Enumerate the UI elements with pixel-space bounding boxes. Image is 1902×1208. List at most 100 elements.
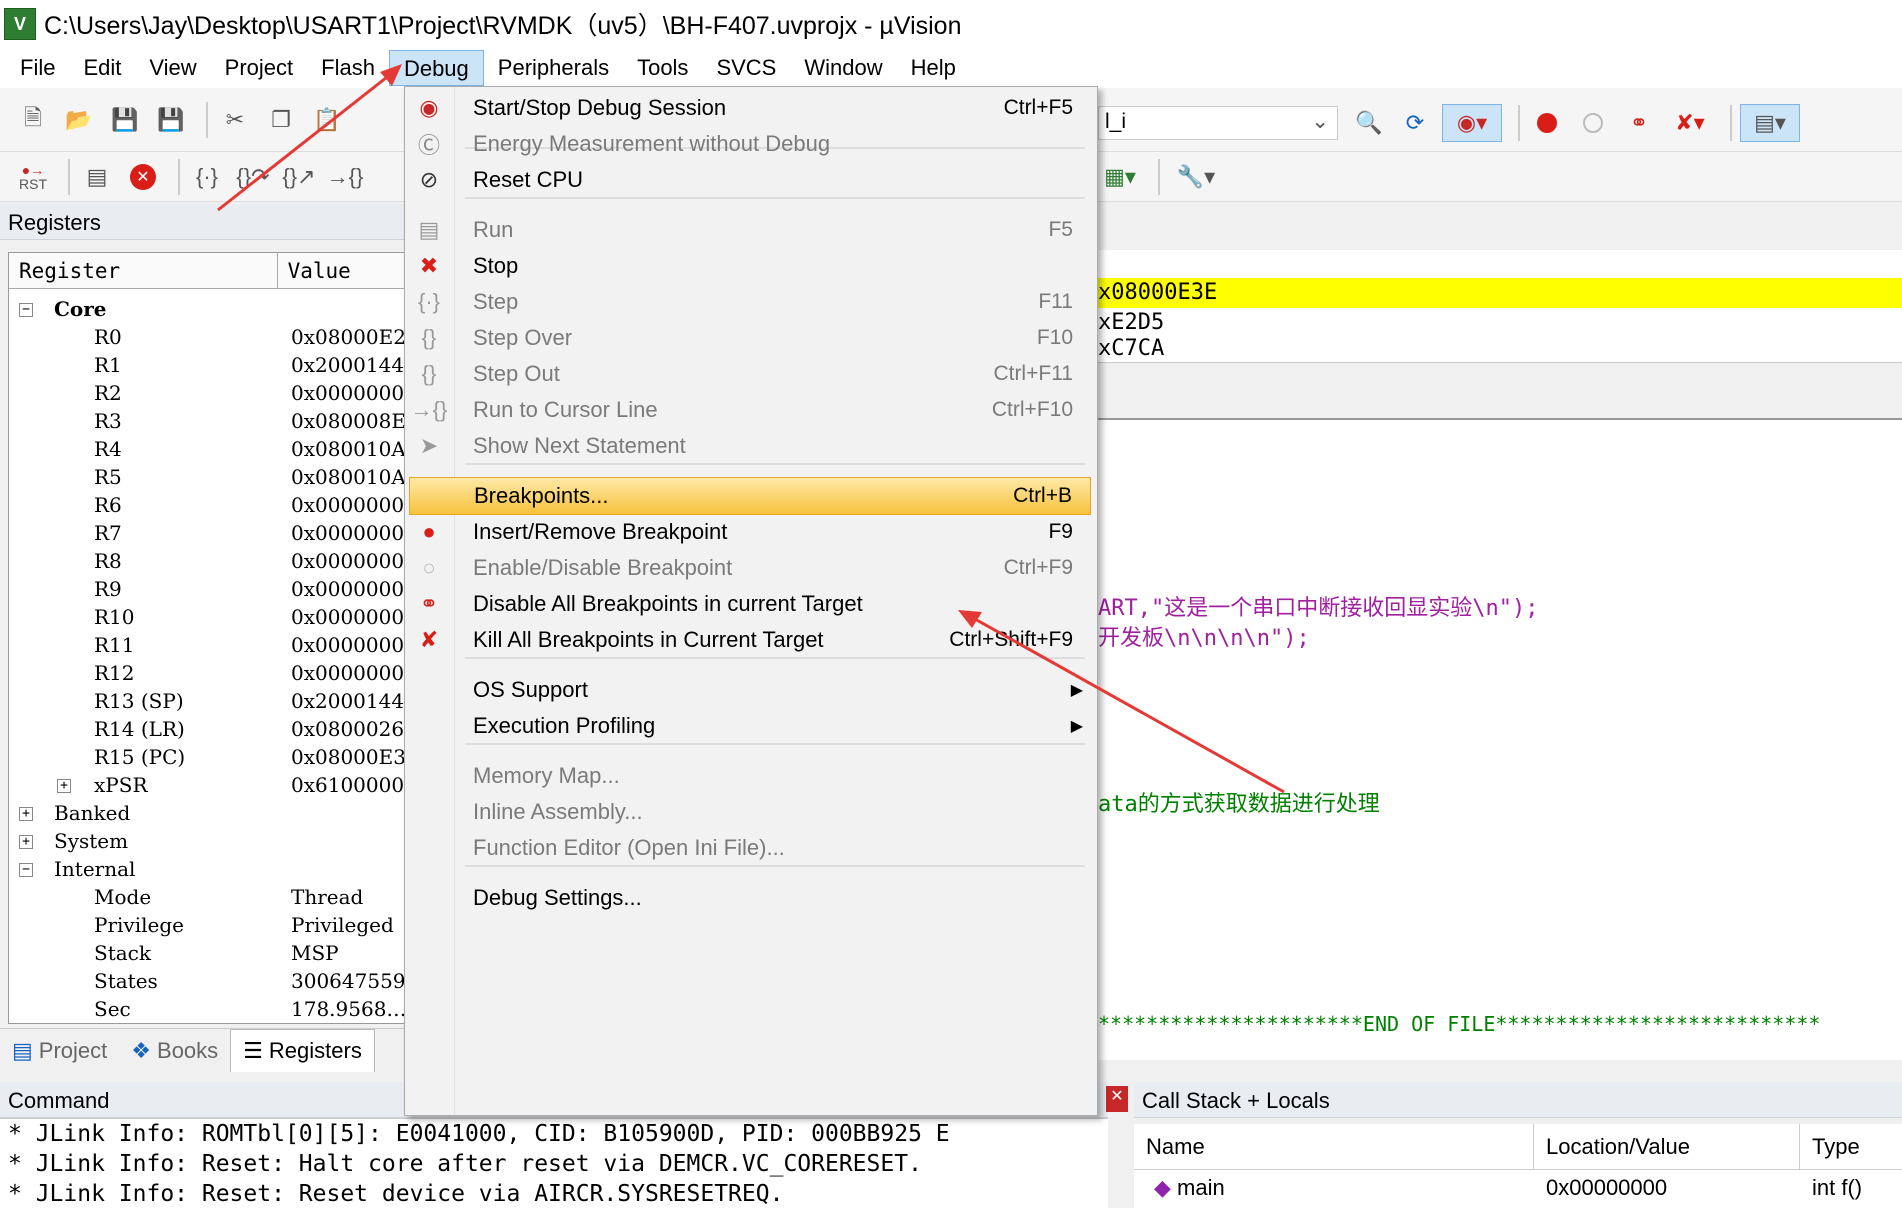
debug-menu-item[interactable]: Inline Assembly... <box>409 793 1091 831</box>
menu-file[interactable]: File <box>6 50 69 86</box>
register-row[interactable]: R5 0x080010A8 <box>9 465 407 493</box>
debug-menu-item[interactable]: ▤ Run F5 <box>409 211 1091 249</box>
tab-project[interactable]: ▤ Project <box>0 1029 119 1072</box>
register-row[interactable]: R6 0x00000000 <box>9 493 407 521</box>
stop-icon[interactable]: ✕ <box>124 158 162 196</box>
insert-breakpoint-icon[interactable] <box>1528 104 1566 142</box>
step-out-icon[interactable]: {}↗ <box>280 158 318 196</box>
debug-menu-item[interactable]: Debug Settings... <box>409 879 1091 917</box>
reset-cpu-icon[interactable]: ●→ RST <box>14 158 52 196</box>
register-row[interactable]: R13 (SP) 0x20001440 <box>9 689 407 717</box>
debug-menu-item[interactable]: OS Support ▶ <box>409 671 1091 709</box>
register-row[interactable]: R8 0x00000000 <box>9 549 407 577</box>
debug-menu-item[interactable]: Memory Map... <box>409 757 1091 795</box>
register-row[interactable]: − Internal <box>9 857 407 885</box>
register-row[interactable]: R15 (PC) 0x08000E3E <box>9 745 407 773</box>
expand-icon[interactable]: + <box>19 835 33 849</box>
menu-tools[interactable]: Tools <box>623 50 702 86</box>
register-row[interactable]: + System <box>9 829 407 857</box>
expand-icon[interactable]: + <box>19 807 33 821</box>
register-row[interactable]: R1 0x20001440 <box>9 353 407 381</box>
save-icon[interactable]: 💾 <box>106 101 144 139</box>
cut-icon[interactable]: ✂ <box>216 101 254 139</box>
open-folder-icon[interactable]: 📂 <box>60 101 98 139</box>
configure-icon[interactable]: ⟳ <box>1396 104 1434 142</box>
debug-menu-item[interactable]: ○ Enable/Disable Breakpoint Ctrl+F9 <box>409 549 1091 587</box>
disable-all-breakpoints-icon[interactable]: ⚭ <box>1620 104 1658 142</box>
analysis-window-icon[interactable]: ▦▾ <box>1098 158 1142 196</box>
tab-registers[interactable]: ☰ Registers <box>230 1029 375 1072</box>
menu-flash[interactable]: Flash <box>307 50 389 86</box>
register-row[interactable]: Stack MSP <box>9 941 407 969</box>
debug-menu-item[interactable]: ➤ Show Next Statement <box>409 427 1091 465</box>
type-column-header[interactable]: Type <box>1800 1124 1902 1169</box>
menu-peripherals[interactable]: Peripherals <box>484 50 623 86</box>
register-row[interactable]: + xPSR 0x61000000 <box>9 773 407 801</box>
menu-help[interactable]: Help <box>897 50 970 86</box>
debug-menu-item[interactable]: ✘ Kill All Breakpoints in Current Target C… <box>409 621 1091 659</box>
location-column-header[interactable]: Location/Value <box>1534 1124 1800 1169</box>
new-file-icon[interactable]: 🗎 <box>14 101 52 139</box>
menu-debug[interactable]: Debug <box>388 50 484 86</box>
register-row[interactable]: R4 0x080010A8 <box>9 437 407 465</box>
step-over-icon[interactable]: {}↷ <box>234 158 272 196</box>
source-editor[interactable]: x08000E3E xE2D5 xC7CA ART,"这是一个串口中断接收回显实… <box>1098 250 1902 1060</box>
debug-menu-item[interactable]: ✖ Stop <box>409 247 1091 285</box>
kill-all-breakpoints-icon[interactable]: ✘▾ <box>1666 104 1714 142</box>
debug-menu-item[interactable]: {} Step Over F10 <box>409 319 1091 357</box>
tools-icon[interactable]: 🔧▾ <box>1168 158 1224 196</box>
menu-view[interactable]: View <box>135 50 210 86</box>
register-column-header[interactable]: Register <box>9 253 278 288</box>
window-layout-icon[interactable]: ▤▾ <box>1740 104 1800 142</box>
run-to-cursor-icon[interactable]: →{} <box>326 158 364 196</box>
menu-svcs[interactable]: SVCS <box>702 50 790 86</box>
run-icon[interactable]: ▤ <box>78 158 116 196</box>
paste-icon[interactable]: 📋 <box>308 101 346 139</box>
register-row[interactable]: States 3006475598 <box>9 969 407 997</box>
register-row[interactable]: + Banked <box>9 801 407 829</box>
debug-menu-item[interactable]: Ⓒ Energy Measurement without Debug <box>409 125 1091 163</box>
save-all-icon[interactable]: 💾 <box>152 101 190 139</box>
command-output[interactable]: * JLink Info: ROMTbl[0][5]: E0041000, CI… <box>0 1118 1108 1208</box>
target-combo[interactable]: l_i ⌄ <box>1098 106 1338 140</box>
register-row[interactable]: Mode Thread <box>9 885 407 913</box>
collapse-icon[interactable]: − <box>19 303 33 317</box>
name-column-header[interactable]: Name <box>1134 1124 1534 1169</box>
debug-menu-item[interactable]: ◉ Start/Stop Debug Session Ctrl+F5 <box>409 89 1091 127</box>
callstack-row[interactable]: ◆ main 0x00000000 int f() <box>1134 1170 1902 1206</box>
register-row[interactable]: Sec 178.9568… <box>9 997 407 1023</box>
register-row[interactable]: R11 0x00000000 <box>9 633 407 661</box>
debug-session-toolbar-icon[interactable]: ◉▾ <box>1442 104 1502 142</box>
debug-menu-item[interactable]: ⚭ Disable All Breakpoints in current Targ… <box>409 585 1091 623</box>
register-row[interactable]: R12 0x00000000 <box>9 661 407 689</box>
debug-menu-item[interactable]: Execution Profiling ▶ <box>409 707 1091 745</box>
enable-breakpoint-icon[interactable] <box>1574 104 1612 142</box>
debug-menu-item[interactable]: Function Editor (Open Ini File)... <box>409 829 1091 867</box>
debug-menu-item[interactable]: ● Insert/Remove Breakpoint F9 <box>409 513 1091 551</box>
close-icon[interactable]: ✕ <box>1106 1086 1128 1112</box>
chevron-down-icon[interactable]: ⌄ <box>1311 109 1329 134</box>
expand-icon[interactable]: + <box>57 779 71 793</box>
register-row[interactable]: R9 0x00000000 <box>9 577 407 605</box>
find-in-files-icon[interactable]: 🔍 <box>1350 104 1388 142</box>
collapse-icon[interactable]: − <box>19 863 33 877</box>
step-icon[interactable]: {·} <box>188 158 226 196</box>
debug-menu-item[interactable]: {·} Step F11 <box>409 283 1091 321</box>
menu-project[interactable]: Project <box>211 50 307 86</box>
register-row[interactable]: R2 0x00000000 <box>9 381 407 409</box>
copy-icon[interactable]: ❐ <box>262 101 300 139</box>
tab-books[interactable]: ❖ Books <box>119 1029 230 1072</box>
register-row[interactable]: Privilege Privileged <box>9 913 407 941</box>
register-row[interactable]: R3 0x080008E1 <box>9 409 407 437</box>
register-row[interactable]: − Core <box>9 297 407 325</box>
value-column-header[interactable]: Value <box>278 253 407 288</box>
menu-edit[interactable]: Edit <box>69 50 135 86</box>
menu-window[interactable]: Window <box>790 50 896 86</box>
debug-menu-item[interactable]: Breakpoints... Ctrl+B <box>409 477 1091 515</box>
register-row[interactable]: R7 0x00000000 <box>9 521 407 549</box>
debug-menu-item[interactable]: ⊘ Reset CPU <box>409 161 1091 199</box>
debug-menu-item[interactable]: {} Step Out Ctrl+F11 <box>409 355 1091 393</box>
debug-menu-item[interactable]: →{} Run to Cursor Line Ctrl+F10 <box>409 391 1091 429</box>
register-row[interactable]: R0 0x08000E29 <box>9 325 407 353</box>
register-row[interactable]: R10 0x00000000 <box>9 605 407 633</box>
